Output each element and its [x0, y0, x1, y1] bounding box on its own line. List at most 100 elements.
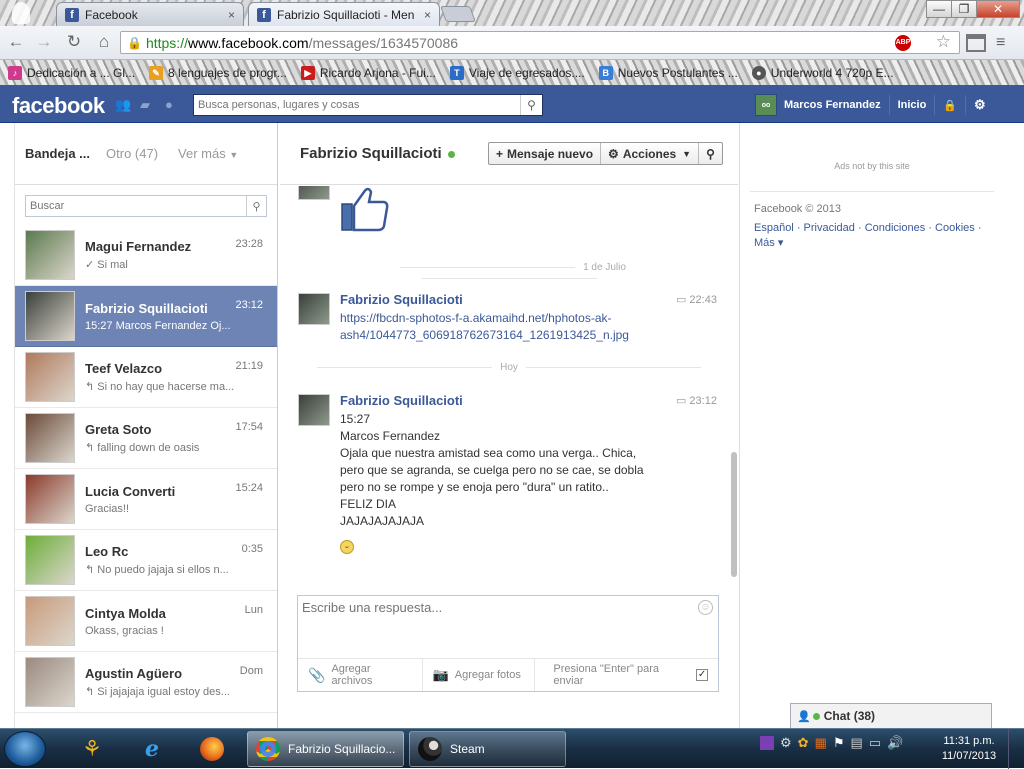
tab-close-icon[interactable]: ×: [228, 8, 235, 22]
home-icon[interactable]: ⌂: [92, 32, 116, 52]
thread-item[interactable]: Agustin Agüero ↰ Si jajajaja igual estoy …: [15, 652, 277, 713]
enter-to-send-toggle[interactable]: Presiona "Enter" para enviar ✓: [535, 659, 718, 691]
clock-time: 11:31 p.m.: [943, 735, 995, 747]
message-sender[interactable]: Fabrizio Squillacioti: [340, 393, 463, 408]
chat-bar[interactable]: 👤 Chat (38): [790, 703, 992, 728]
tab-messages[interactable]: f Fabrizio Squillacioti - Men ×: [248, 2, 440, 26]
battery-icon[interactable]: ▭: [869, 735, 881, 751]
message-sender[interactable]: Fabrizio Squillacioti: [340, 292, 463, 307]
attach-files-label: Agregar archivos: [331, 663, 373, 687]
bookmark-icon: ✎: [149, 65, 164, 80]
bookmark-item[interactable]: B Nuevos Postulantes ...: [598, 65, 738, 80]
bookmark-item[interactable]: T Viaje de egresados....: [449, 65, 585, 80]
thread-snippet: ↰ Si no hay que hacerse ma...: [85, 381, 235, 393]
network-app-icon[interactable]: ✿: [798, 735, 809, 751]
thread-snippet: ↰ falling down de oasis: [85, 442, 200, 454]
new-message-button[interactable]: + Mensaje nuevo: [489, 143, 602, 164]
attach-files-button[interactable]: 📎 Agregar archivos: [298, 659, 423, 691]
privacy-link[interactable]: Privacidad: [804, 222, 855, 234]
reload-icon[interactable]: ↻: [62, 32, 86, 52]
attach-photos-button[interactable]: 📷 Agregar fotos: [423, 659, 536, 691]
close-window-button[interactable]: ✕: [976, 0, 1020, 18]
firefox-icon[interactable]: [192, 733, 232, 765]
thread-item[interactable]: Fabrizio Squillacioti 15:27 Marcos Fernan…: [15, 286, 277, 347]
search-icon[interactable]: ⚲: [246, 196, 266, 216]
bookmark-label: Nuevos Postulantes ...: [617, 65, 738, 80]
messages-icon[interactable]: ▰: [140, 97, 156, 112]
flag-icon[interactable]: ⚑: [833, 735, 845, 751]
home-link[interactable]: Inicio: [898, 99, 927, 111]
bookmark-item[interactable]: ♪ Dedicación a ... Gl...: [8, 65, 135, 80]
reply-input[interactable]: [302, 600, 682, 650]
adblock-icon[interactable]: ABP: [895, 35, 911, 51]
message-link-line[interactable]: https://fbcdn-sphotos-f-a.akamaihd.net/h…: [340, 310, 611, 327]
message-body: 15:27 Marcos Fernandez Ojala que nuestra…: [340, 411, 700, 530]
friend-requests-icon[interactable]: 👥: [115, 97, 131, 112]
message-link-line[interactable]: ash4/1044773_606918762673164_1261913425_…: [340, 327, 629, 344]
terms-link[interactable]: Condiciones: [865, 222, 926, 234]
minimize-button[interactable]: —: [926, 0, 952, 18]
search-conversation-button[interactable]: ⚲: [699, 143, 722, 164]
search-input[interactable]: [194, 99, 520, 111]
volume-icon[interactable]: 🔊: [887, 735, 903, 751]
avatar[interactable]: [298, 186, 330, 200]
tab-inbox[interactable]: Bandeja ...: [25, 146, 90, 161]
avatar[interactable]: oo: [755, 94, 777, 116]
url-domain: www.facebook.com: [187, 34, 309, 51]
language-link[interactable]: Español: [754, 222, 794, 234]
page-menu-icon[interactable]: [966, 34, 986, 52]
thread-item[interactable]: Magui Fernandez ✓ Si mal 23:28: [15, 225, 277, 286]
conversation-title-text[interactable]: Fabrizio Squillacioti: [300, 145, 442, 162]
show-desktop-button[interactable]: [1008, 729, 1024, 769]
message-line: pero que se agranda, se cuelga pero no s…: [340, 463, 644, 477]
start-button[interactable]: [4, 731, 46, 767]
privacy-lock-icon[interactable]: 🔒: [943, 99, 957, 112]
thread-name: Cintya Molda: [85, 605, 166, 621]
wrench-menu-icon[interactable]: ≡: [996, 35, 1014, 51]
address-bar[interactable]: 🔒 https://www.facebook.com/messages/1634…: [120, 31, 960, 54]
network-icon[interactable]: ▤: [851, 735, 863, 751]
ps-game-icon[interactable]: ⚘: [72, 733, 112, 765]
bookmark-item[interactable]: ▶ Ricardo Arjona - Fui...: [300, 65, 436, 80]
thread-search-input[interactable]: [26, 200, 246, 212]
message-scrollbar[interactable]: [731, 452, 737, 577]
bookmark-item[interactable]: ✎ 8 lenguajes de progr...: [149, 65, 287, 80]
tab-more[interactable]: Ver más ▼: [178, 146, 238, 161]
thread-item[interactable]: Greta Soto ↰ falling down de oasis 17:54: [15, 408, 277, 469]
taskbar-clock[interactable]: 11:31 p.m. 11/07/2013: [936, 734, 1002, 764]
thread-item[interactable]: Leo Rc ↰ No puedo jajaja si ellos n... 0:3…: [15, 530, 277, 591]
facebook-logo[interactable]: facebook: [12, 93, 105, 119]
gear-icon[interactable]: ⚙: [974, 97, 986, 113]
cookies-link[interactable]: Cookies: [935, 222, 975, 234]
internet-explorer-icon[interactable]: e: [132, 733, 172, 765]
tab-other[interactable]: Otro (47): [106, 146, 158, 161]
thread-item[interactable]: Lucia Converti Gracias!! 15:24: [15, 469, 277, 530]
bookmark-item[interactable]: ● Underworld 4 720p E...: [751, 65, 894, 80]
emoticon-picker-icon[interactable]: ☺: [698, 600, 713, 615]
notifications-globe-icon[interactable]: ●: [165, 97, 181, 112]
taskbar-task-chrome[interactable]: Fabrizio Squillacio...: [247, 731, 404, 767]
thread-item[interactable]: Teef Velazco ↰ Si no hay que hacerse ma..…: [15, 347, 277, 408]
tab-close-icon[interactable]: ×: [424, 8, 431, 22]
tab-facebook[interactable]: f Facebook ×: [56, 2, 244, 26]
search-icon[interactable]: ⚲: [520, 95, 542, 115]
bookmark-star-icon[interactable]: ☆: [936, 32, 951, 52]
back-arrow-icon[interactable]: ←: [4, 32, 28, 52]
thread-time: 23:28: [235, 238, 263, 250]
media-player-icon[interactable]: [760, 736, 774, 750]
profile-avatar-icon[interactable]: [12, 2, 30, 24]
forward-arrow-icon[interactable]: →: [32, 32, 56, 52]
taskbar-task-steam[interactable]: Steam: [409, 731, 566, 767]
avatar[interactable]: [298, 394, 330, 426]
camera-icon: 📷: [432, 667, 449, 682]
utility-tray-icon[interactable]: ▦: [815, 735, 827, 751]
steam-tray-icon[interactable]: ⚙: [780, 735, 792, 751]
more-link[interactable]: Más ▾: [754, 237, 783, 249]
checkbox-checked-icon[interactable]: ✓: [696, 669, 708, 681]
thread-item[interactable]: Cintya Molda Okass, gracias ! Lun: [15, 591, 277, 652]
new-tab-button[interactable]: [440, 6, 476, 22]
avatar[interactable]: [298, 293, 330, 325]
actions-button[interactable]: ⚙ Acciones ▼: [601, 143, 700, 164]
maximize-button[interactable]: ❐: [951, 0, 977, 18]
profile-link[interactable]: Marcos Fernandez: [784, 99, 881, 111]
